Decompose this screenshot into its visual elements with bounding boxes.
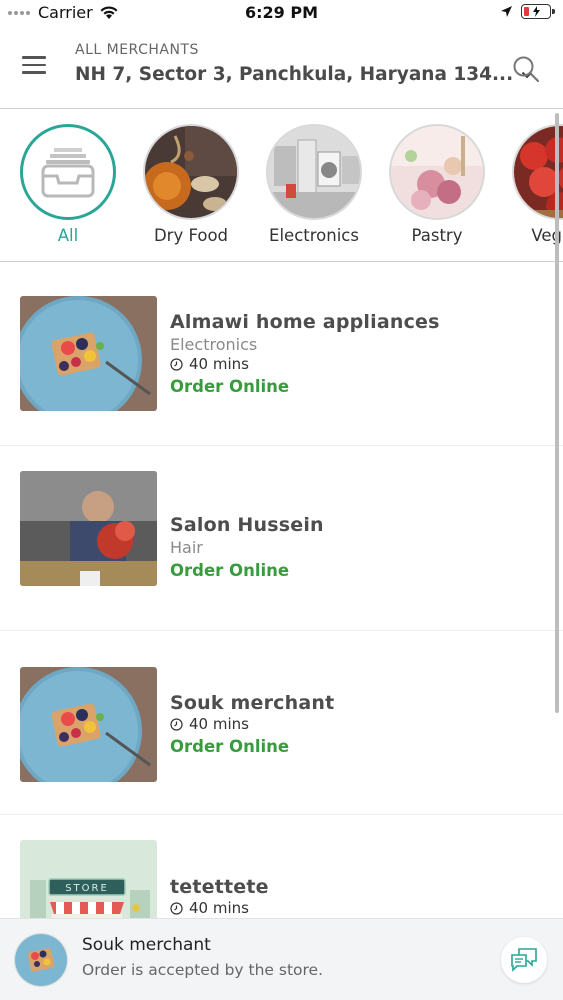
delivery-time: 40 mins [170,355,440,373]
merchant-thumbnail: STORE [20,840,157,925]
delivery-time: 40 mins [170,715,334,733]
category-carousel[interactable]: All Dry Food Electronics Pastry Veg [0,110,563,262]
merchant-row[interactable]: Salon Hussein Hair Order Online [0,446,563,631]
category-image-dry-food [143,124,239,220]
merchant-info: tetettete 40 mins [170,876,269,917]
merchant-row[interactable]: STORE tetettete 40 mins [0,815,563,925]
merchant-avatar [14,933,68,987]
merchant-category: Hair [170,538,203,557]
chat-button[interactable] [501,937,547,983]
hamburger-icon [22,56,46,59]
battery-fill [524,7,529,16]
category-item-dry-food[interactable]: Dry Food [136,124,246,245]
merchant-thumbnail [20,667,157,782]
merchant-row[interactable]: Souk merchant 40 mins Order Online [0,631,563,815]
category-item-pastry[interactable]: Pastry [382,124,492,245]
merchant-thumbnail [20,296,157,411]
merchant-name: Souk merchant [170,692,335,714]
order-online-link[interactable]: Order Online [170,561,324,580]
merchant-name: Salon Hussein [170,514,324,536]
header: ALL MERCHANTS NH 7, Sector 3, Panchkula,… [0,28,563,109]
status-bar: Carrier 6:29 PM [0,0,563,28]
search-button[interactable] [511,54,541,84]
inbox-tray-icon [41,148,95,198]
merchant-info: Almawi home appliances Electronics 40 mi… [170,311,440,396]
category-label: Dry Food [153,226,229,245]
category-item-electronics[interactable]: Electronics [259,124,369,245]
notification-message: Order is accepted by the store. [82,961,324,979]
order-online-link[interactable]: Order Online [170,377,440,396]
header-label: ALL MERCHANTS [75,42,199,58]
location-arrow-icon [501,6,512,17]
address-selector[interactable]: NH 7, Sector 3, Panchkula, Haryana 134..… [75,64,533,85]
search-icon [513,56,540,83]
category-circle-all [20,124,116,220]
status-right [500,4,555,19]
battery-icon [521,4,555,19]
menu-button[interactable] [22,56,52,80]
order-online-link[interactable]: Order Online [170,737,334,756]
store-sign-text: STORE [65,883,109,894]
merchant-name: tetettete [170,876,269,898]
order-status-banner[interactable]: Souk merchant Order is accepted by the s… [0,918,563,1000]
delivery-time: 40 mins [170,899,269,917]
merchant-thumbnail [20,471,157,586]
clock-icon [170,901,183,915]
scrollbar[interactable] [555,113,559,713]
merchant-info: Salon Hussein Hair Order Online [170,514,324,580]
merchant-info: Souk merchant 40 mins Order Online [170,692,334,756]
delivery-time-text: 40 mins [189,899,249,917]
category-image-pastry [389,124,485,220]
merchant-row[interactable]: Almawi home appliances Electronics 40 mi… [0,263,563,446]
status-time: 6:29 PM [244,3,318,22]
merchant-category: Electronics [170,335,258,354]
delivery-time-text: 40 mins [189,355,249,373]
delivery-time-text: 40 mins [189,715,249,733]
category-item-all[interactable]: All [13,124,123,245]
notification-title: Souk merchant [82,935,211,955]
category-label: Pastry [411,226,463,245]
category-label: All [57,226,79,245]
category-label: Electronics [269,226,359,245]
clock-icon [170,717,183,731]
chat-bubbles-icon [511,948,537,972]
clock-icon [170,357,183,371]
merchant-name: Almawi home appliances [170,311,440,333]
address-text: NH 7, Sector 3, Panchkula, Haryana 134..… [75,64,514,85]
category-image-electronics [266,124,362,220]
